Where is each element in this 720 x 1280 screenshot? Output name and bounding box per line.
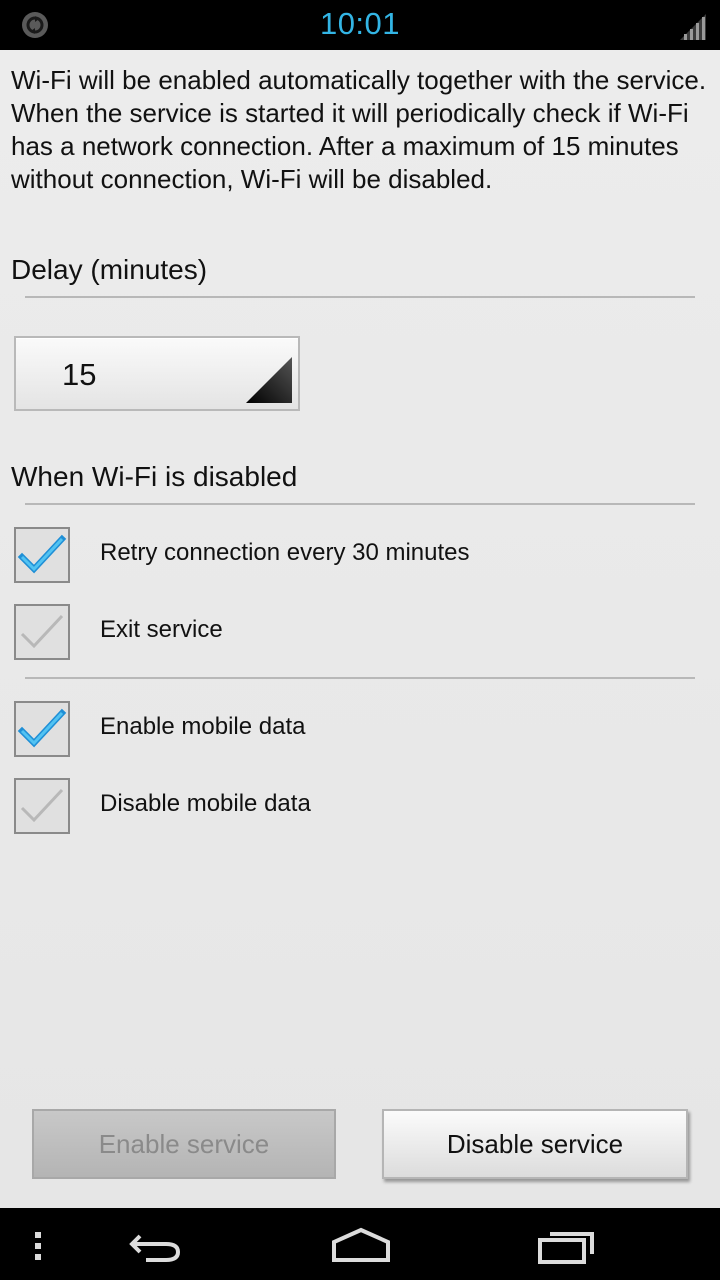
divider bbox=[25, 503, 695, 505]
menu-icon[interactable] bbox=[26, 1226, 50, 1266]
retry-connection-label: Retry connection every 30 minutes bbox=[100, 539, 470, 566]
back-icon[interactable] bbox=[126, 1226, 182, 1266]
status-bar: 10:01 bbox=[0, 0, 720, 50]
disable-mobile-data-label: Disable mobile data bbox=[100, 790, 311, 817]
delay-spinner-value: 15 bbox=[62, 357, 97, 392]
delay-spinner[interactable]: 15 bbox=[14, 336, 300, 411]
home-icon[interactable] bbox=[330, 1226, 392, 1266]
checkbox-unchecked-icon[interactable] bbox=[14, 778, 70, 834]
delay-section-title: Delay (minutes) bbox=[11, 254, 208, 285]
status-clock: 10:01 bbox=[319, 6, 401, 41]
exit-service-option[interactable]: Exit service bbox=[14, 604, 704, 662]
disable-service-button[interactable]: Disable service bbox=[382, 1109, 688, 1179]
info-line-1: Wi-Fi will be enabled automatically toge… bbox=[11, 65, 707, 95]
recent-apps-icon[interactable] bbox=[536, 1226, 596, 1266]
checkbox-unchecked-icon[interactable] bbox=[14, 604, 70, 660]
signal-icon bbox=[680, 14, 706, 40]
main-content: Wi-Fi will be enabled automatically toge… bbox=[0, 50, 720, 1208]
dropdown-corner-icon bbox=[246, 357, 292, 403]
exit-service-label: Exit service bbox=[100, 616, 223, 643]
enable-mobile-data-option[interactable]: Enable mobile data bbox=[14, 701, 704, 759]
disable-mobile-data-option[interactable]: Disable mobile data bbox=[14, 778, 704, 836]
enable-service-button[interactable]: Enable service bbox=[32, 1109, 336, 1179]
divider bbox=[25, 296, 695, 298]
enable-mobile-data-label: Enable mobile data bbox=[100, 713, 306, 740]
retry-connection-option[interactable]: Retry connection every 30 minutes bbox=[14, 527, 704, 585]
info-line-2: When the service is started it will peri… bbox=[11, 98, 689, 194]
when-disabled-section-title: When Wi-Fi is disabled bbox=[11, 461, 298, 492]
checkbox-checked-icon[interactable] bbox=[14, 701, 70, 757]
navigation-bar bbox=[0, 1208, 720, 1280]
checkbox-checked-icon[interactable] bbox=[14, 527, 70, 583]
info-text: Wi-Fi will be enabled automatically toge… bbox=[11, 64, 711, 196]
divider bbox=[25, 677, 695, 679]
